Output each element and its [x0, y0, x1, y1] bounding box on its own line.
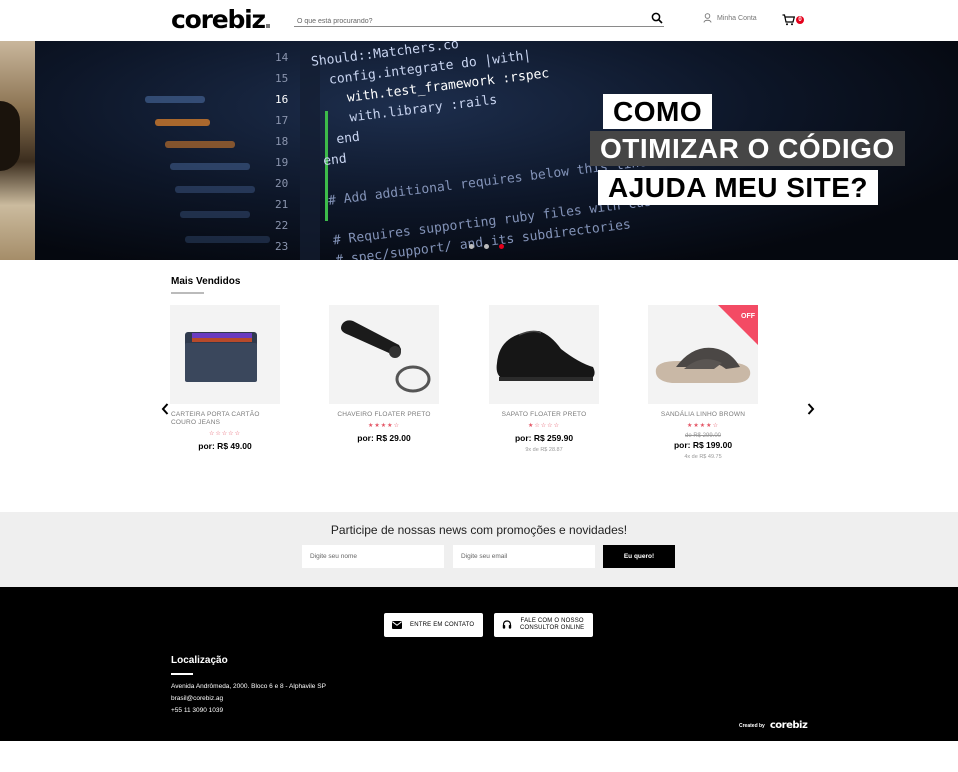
folder-row [170, 163, 250, 170]
banner-image: 14 15 16 17 18 19 20 21 22 23 Should::Ma… [35, 41, 958, 260]
consultant-label-line-1: FALE COM O NOSSO [520, 618, 584, 624]
product-rating: ★☆☆☆☆ [528, 423, 560, 429]
search-icon[interactable] [651, 12, 663, 24]
search-input[interactable] [294, 13, 634, 30]
newsletter-section: Participe de nossas news com promoções e… [0, 512, 958, 587]
folder-row [155, 119, 210, 126]
product-image[interactable] [329, 305, 439, 404]
folder-row [165, 141, 235, 148]
product-name[interactable]: CHAVEIRO FLOATER PRETO [324, 411, 444, 419]
newsletter-email-input[interactable] [453, 545, 595, 568]
product-old-price: de R$ 299.00 [684, 433, 722, 439]
cart-button[interactable]: 0 [782, 13, 804, 31]
newsletter-submit-button[interactable]: Eu quero! [603, 545, 675, 568]
account-label: Minha Conta [717, 14, 757, 22]
corebiz-footer-logo: corebiz [769, 720, 808, 731]
folder-row [145, 96, 205, 103]
location-underline [171, 673, 193, 675]
created-by-label: Created by [739, 722, 765, 729]
line-numbers: 14 15 16 17 18 19 20 21 22 23 [275, 51, 289, 253]
previous-slide-preview [0, 41, 35, 260]
headset-icon [502, 620, 512, 630]
product-image[interactable] [489, 305, 599, 404]
wallet-image [185, 332, 257, 382]
corebiz-logo[interactable]: corebiz [171, 6, 270, 34]
hero-banner[interactable]: 14 15 16 17 18 19 20 21 22 23 Should::Ma… [0, 41, 958, 260]
product-installments: 9x de R$ 28.87 [525, 447, 563, 453]
logo-text: corebiz [171, 5, 266, 34]
product-image[interactable] [170, 305, 280, 404]
carousel-next-arrow[interactable] [806, 402, 816, 416]
product-card[interactable]: OFF SANDÁLIA LINHO BROWN ★★★★☆ de R$ 299… [643, 305, 763, 460]
folder-row [175, 186, 255, 193]
consultant-button-label: FALE COM O NOSSO CONSULTOR ONLINE [520, 618, 584, 632]
carousel-dot[interactable] [484, 244, 489, 249]
carousel-dot-active[interactable] [499, 244, 504, 249]
phone-text[interactable]: +55 11 3090 1039 [171, 707, 223, 714]
product-card[interactable]: CHAVEIRO FLOATER PRETO ★★★★☆ por: R$ 29.… [324, 305, 444, 443]
contact-button[interactable]: ENTRE EM CONTATO [384, 613, 483, 637]
created-by-credit[interactable]: Created by corebiz [739, 720, 808, 731]
section-title: Mais Vendidos [171, 276, 241, 287]
product-rating: ☆☆☆☆☆ [209, 431, 241, 437]
keychain-image [341, 320, 431, 393]
carousel-dot[interactable] [469, 244, 474, 249]
banner-headline-line-3: AJUDA MEU SITE? [598, 170, 879, 205]
folder-row [185, 236, 270, 243]
product-name[interactable]: SANDÁLIA LINHO BROWN [643, 411, 763, 419]
location-title: Localização [171, 655, 228, 666]
off-badge [718, 305, 758, 345]
product-name[interactable]: CARTEIRA PORTA CARTÃO COURO JEANS [165, 411, 285, 427]
address-text: Avenida Andrômeda, 2000. Bloco 6 e 8 - A… [171, 683, 326, 690]
product-name[interactable]: SAPATO FLOATER PRETO [484, 411, 604, 419]
product-card[interactable]: SAPATO FLOATER PRETO ★☆☆☆☆ por: R$ 259.9… [484, 305, 604, 453]
product-image[interactable]: OFF [648, 305, 758, 404]
consultant-label-line-2: CONSULTOR ONLINE [520, 625, 585, 631]
logo-dot [265, 24, 270, 28]
product-rating: ★★★★☆ [687, 423, 719, 429]
email-text[interactable]: brasil@corebiz.ag [171, 695, 223, 702]
banner-headline-line-2: OTIMIZAR O CÓDIGO [590, 131, 905, 166]
section-title-underline [171, 292, 204, 294]
product-card[interactable]: CARTEIRA PORTA CARTÃO COURO JEANS ☆☆☆☆☆ … [165, 305, 285, 451]
product-price: por: R$ 199.00 [673, 440, 733, 450]
newsletter-name-input[interactable] [302, 545, 444, 568]
cart-count-badge: 0 [796, 16, 804, 24]
off-badge-label: OFF [741, 313, 755, 320]
newsletter-title: Participe de nossas news com promoções e… [330, 523, 628, 537]
contact-button-label: ENTRE EM CONTATO [410, 622, 475, 628]
shoe-image [496, 330, 595, 381]
consultant-button[interactable]: FALE COM O NOSSO CONSULTOR ONLINE [494, 613, 593, 637]
product-rating: ★★★★☆ [368, 423, 400, 429]
cart-icon [782, 14, 796, 26]
site-footer: ENTRE EM CONTATO FALE COM O NOSSO CONSULT… [0, 587, 958, 741]
carousel-dots [469, 244, 504, 249]
product-price: por: R$ 29.00 [357, 433, 411, 443]
product-price: por: R$ 49.00 [198, 441, 252, 451]
banner-headline-line-1: COMO [603, 94, 713, 129]
search-bar [294, 10, 664, 30]
product-installments: 4x de R$ 49.75 [684, 454, 722, 460]
product-price: por: R$ 259.90 [514, 433, 574, 443]
folder-row [180, 211, 250, 218]
site-header: corebiz Minha Conta 0 [0, 0, 958, 41]
user-icon [703, 13, 712, 23]
account-link[interactable]: Minha Conta [703, 13, 757, 23]
mail-icon [392, 621, 402, 629]
